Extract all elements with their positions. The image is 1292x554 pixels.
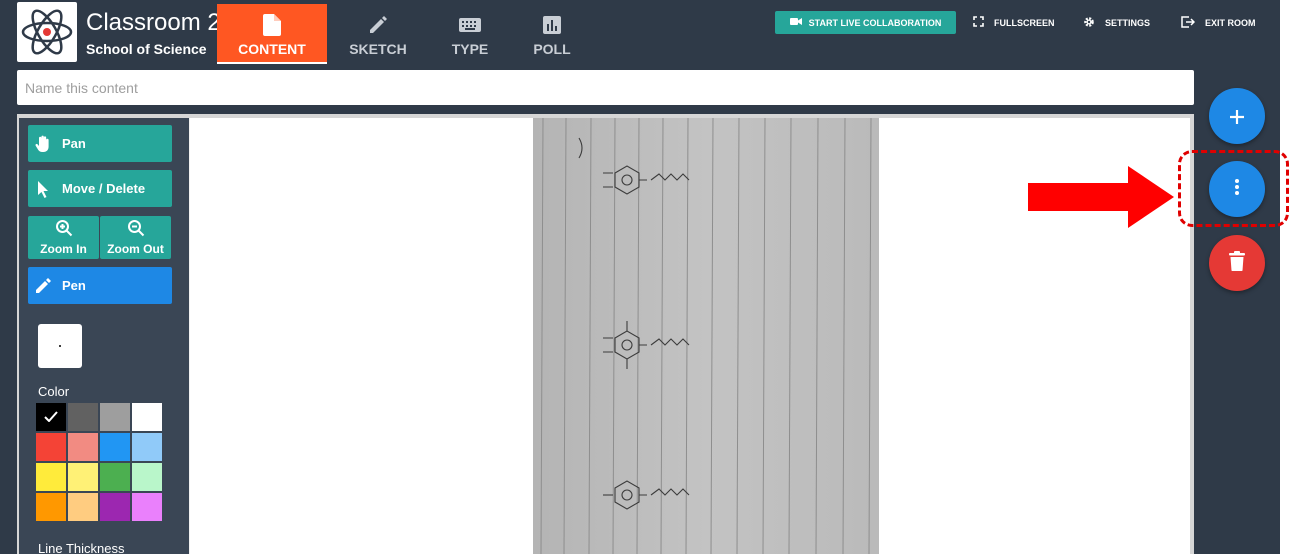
atom-logo bbox=[17, 2, 77, 62]
tab-content-label: CONTENT bbox=[238, 41, 306, 57]
annotation-dashed-highlight bbox=[1178, 150, 1289, 227]
pen-button[interactable]: Pen bbox=[28, 267, 172, 304]
gear-icon bbox=[1083, 16, 1095, 30]
color-swatch[interactable] bbox=[36, 403, 66, 431]
color-swatch[interactable] bbox=[100, 433, 130, 461]
room-title: Classroom 2 bbox=[86, 9, 218, 36]
settings-label: SETTINGS bbox=[1105, 17, 1151, 28]
annotation-arrow-icon bbox=[1028, 166, 1174, 233]
color-swatch[interactable] bbox=[100, 463, 130, 491]
color-swatch[interactable] bbox=[132, 493, 162, 521]
add-button[interactable] bbox=[1209, 88, 1265, 144]
zoom-out-button[interactable]: Zoom Out bbox=[100, 216, 171, 259]
color-swatch[interactable] bbox=[36, 463, 66, 491]
fullscreen-label: FULLSCREEN bbox=[994, 17, 1055, 28]
pen-icon bbox=[28, 277, 58, 295]
color-swatch[interactable] bbox=[68, 433, 98, 461]
move-delete-label: Move / Delete bbox=[62, 181, 146, 196]
exit-room-label: EXIT ROOM bbox=[1205, 17, 1256, 28]
zoom-in-button[interactable]: Zoom In bbox=[28, 216, 99, 259]
tab-content[interactable]: CONTENT bbox=[217, 4, 327, 64]
checkmark-icon bbox=[44, 409, 58, 425]
color-palette bbox=[36, 403, 168, 521]
fullscreen-icon bbox=[973, 16, 984, 29]
tab-poll[interactable]: POLL bbox=[497, 4, 607, 64]
zoom-in-label: Zoom In bbox=[40, 242, 87, 256]
uploaded-notebook-photo bbox=[533, 118, 879, 554]
delete-button[interactable] bbox=[1209, 235, 1265, 291]
line-thickness-label: Line Thickness bbox=[38, 541, 125, 554]
page-margin bbox=[1280, 0, 1292, 554]
settings-button[interactable]: SETTINGS bbox=[1083, 11, 1150, 34]
hand-icon bbox=[28, 135, 58, 153]
color-label: Color bbox=[38, 384, 70, 399]
start-live-collaboration-button[interactable]: START LIVE COLLABORATION bbox=[775, 11, 956, 34]
pan-button[interactable]: Pan bbox=[28, 125, 172, 162]
fullscreen-button[interactable]: FULLSCREEN bbox=[973, 11, 1055, 34]
sketch-toolbar: Pan Move / Delete Zoom In Zoom Out Pen C… bbox=[19, 118, 189, 554]
bar-chart-icon bbox=[497, 14, 607, 36]
trash-icon bbox=[1229, 250, 1245, 276]
pen-label: Pen bbox=[62, 278, 86, 293]
work-area: Pan Move / Delete Zoom In Zoom Out Pen C… bbox=[17, 114, 1194, 554]
color-swatch[interactable] bbox=[36, 493, 66, 521]
exit-room-button[interactable]: EXIT ROOM bbox=[1181, 11, 1256, 34]
video-camera-icon bbox=[789, 17, 802, 28]
pen-size-preview[interactable] bbox=[38, 324, 82, 368]
pan-label: Pan bbox=[62, 136, 86, 151]
color-swatch[interactable] bbox=[100, 403, 130, 431]
start-live-collaboration-label: START LIVE COLLABORATION bbox=[808, 17, 942, 28]
zoom-out-icon bbox=[127, 219, 145, 240]
zoom-in-icon bbox=[55, 219, 73, 240]
color-swatch[interactable] bbox=[132, 463, 162, 491]
move-delete-button[interactable]: Move / Delete bbox=[28, 170, 172, 207]
color-swatch[interactable] bbox=[68, 463, 98, 491]
color-swatch[interactable] bbox=[36, 433, 66, 461]
cursor-icon bbox=[28, 180, 58, 198]
content-name-input[interactable] bbox=[17, 70, 1194, 105]
exit-icon bbox=[1181, 15, 1196, 30]
tab-poll-label: POLL bbox=[533, 41, 571, 57]
plus-icon bbox=[1229, 101, 1245, 132]
app-window: Classroom 2 School of Science CONTENT SK… bbox=[0, 0, 1280, 554]
zoom-out-label: Zoom Out bbox=[107, 242, 164, 256]
color-swatch[interactable] bbox=[132, 433, 162, 461]
school-name: School of Science bbox=[86, 41, 207, 57]
file-icon bbox=[217, 14, 327, 36]
color-swatch[interactable] bbox=[68, 403, 98, 431]
pen-size-dot bbox=[59, 345, 61, 347]
color-swatch[interactable] bbox=[132, 403, 162, 431]
color-swatch[interactable] bbox=[100, 493, 130, 521]
color-swatch[interactable] bbox=[68, 493, 98, 521]
